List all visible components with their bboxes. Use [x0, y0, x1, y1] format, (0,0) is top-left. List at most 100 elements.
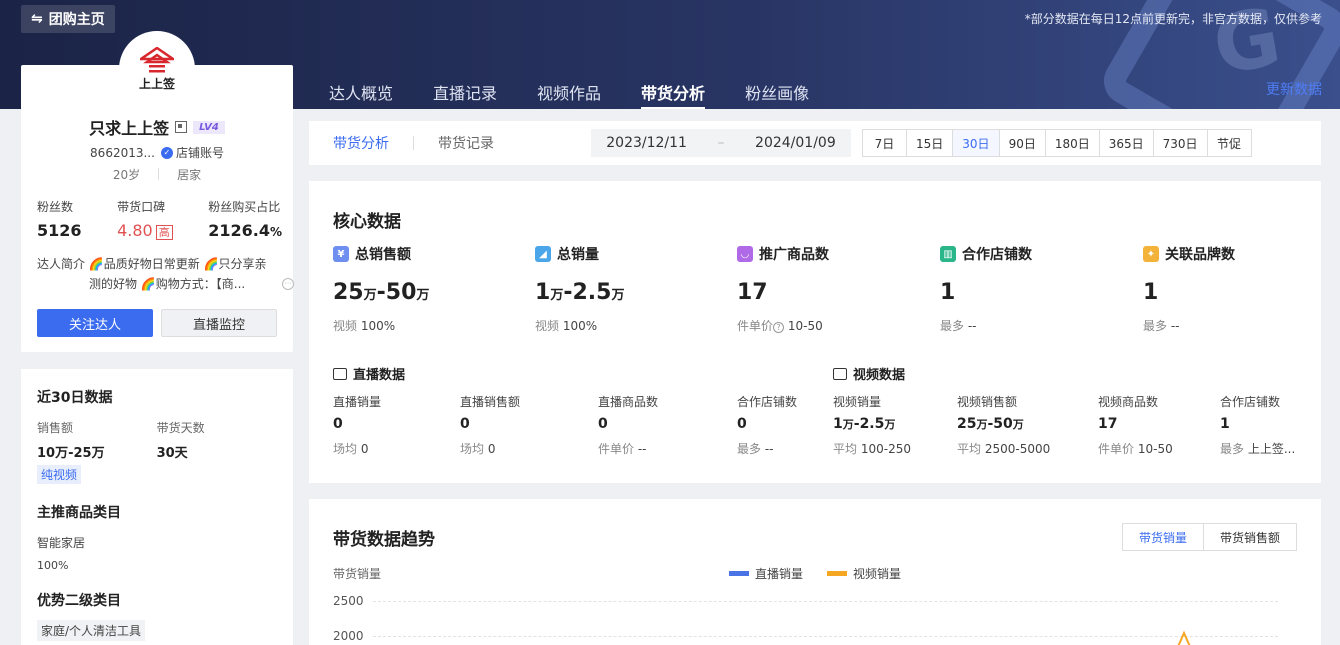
profile-name-row: 只求上上签 LV4 — [21, 115, 293, 139]
brand-logo-icon — [140, 47, 174, 73]
mini-sub[interactable]: 最多 上上签... — [1220, 440, 1300, 457]
toggle-sales-amount[interactable]: 带货销售额 — [1202, 523, 1297, 551]
unit-a: 万 — [976, 418, 988, 431]
sub-value: 上上签... — [1247, 442, 1296, 456]
sub-label: 平均 — [957, 442, 982, 456]
video-clapper-icon — [833, 367, 847, 380]
tab-sales-analysis[interactable]: 带货分析 — [641, 80, 706, 109]
second-category-title: 优势二级类目 — [37, 593, 121, 609]
metric-label: 总销售额 — [355, 247, 411, 263]
profile-actions: 关注达人 直播监控 — [37, 309, 277, 337]
recent-data-grid: 销售额 10万-25万 纯视频 带货天数 30天 — [37, 419, 277, 484]
sub-value: 0 — [360, 442, 369, 456]
tab-overview[interactable]: 达人概览 — [329, 80, 393, 109]
subtab-sales-records[interactable]: 带货记录 — [438, 133, 494, 153]
period-180d[interactable]: 180日 — [1044, 129, 1100, 157]
sub-label: 件单价 — [737, 319, 774, 333]
second-category-block: 优势二级类目 家庭/个人清洁工具 — [37, 590, 277, 641]
back-button-label: 团购主页 — [48, 12, 105, 28]
unit-b: 万 — [1012, 418, 1024, 431]
sub-nav-bar: 带货分析 带货记录 2023/12/11 – 2024/01/09 7日 15日… — [309, 121, 1321, 165]
value-a: 25 — [957, 416, 977, 432]
tab-fan-profile[interactable]: 粉丝画像 — [745, 80, 809, 109]
help-icon[interactable]: ? — [773, 322, 785, 333]
live-monitor-button[interactable]: 直播监控 — [161, 309, 277, 337]
mini-label: 视频销售额 — [957, 395, 1018, 409]
yen-icon: ¥ — [333, 246, 349, 262]
data-notice: *部分数据在每日12点前更新完，非官方数据，仅供参考 — [1024, 12, 1322, 26]
sub-label: 场均 — [333, 442, 358, 456]
section-label: 视频数据 — [853, 368, 906, 383]
value-sep: - — [376, 280, 386, 305]
profile-age: 20岁 — [112, 168, 141, 182]
tab-live-records[interactable]: 直播记录 — [433, 80, 497, 109]
mini-sub: 件单价 -- — [598, 440, 718, 457]
date-range-picker[interactable]: 2023/12/11 – 2024/01/09 — [591, 129, 851, 157]
intro-label: 达人简介 — [37, 257, 86, 271]
shopping-bag-icon: ◡ — [737, 246, 753, 262]
legend-swatch — [827, 571, 848, 576]
sub-value: 10-50 — [787, 319, 823, 333]
period-15d[interactable]: 15日 — [906, 129, 954, 157]
intro-text-line1: 🌈品质好物日常更新 🌈只分享亲 — [88, 257, 267, 271]
sub-label: 最多 — [1143, 319, 1168, 333]
brand-logo-text: 上上签 — [138, 77, 175, 91]
period-promo[interactable]: 节促 — [1206, 129, 1252, 157]
date-end: 2024/01/09 — [755, 135, 836, 151]
sub-value: -- — [764, 442, 774, 456]
period-90d[interactable]: 90日 — [998, 129, 1046, 157]
metric-label: 总销量 — [557, 247, 599, 263]
unit-b: 万 — [884, 418, 896, 431]
tab-videos[interactable]: 视频作品 — [537, 80, 601, 109]
back-to-group-buy-button[interactable]: ⇋ 团购主页 — [21, 5, 115, 33]
intro-text-line2: 测的好物 🌈购物方式：【商... — [89, 277, 246, 291]
gridline — [373, 601, 1278, 602]
follow-button[interactable]: 关注达人 — [37, 309, 153, 337]
live-sales-volume: 直播销量 0 场均 0 — [333, 393, 453, 457]
sub-value: 2500-5000 — [984, 442, 1051, 456]
sub-value: 0 — [487, 442, 496, 456]
more-icon[interactable]: ··· — [282, 278, 294, 290]
metric-value: 25万-50万 — [333, 280, 533, 305]
metric-label: 合作店铺数 — [962, 247, 1032, 263]
period-30d[interactable]: 30日 — [952, 129, 1000, 157]
subtab-sales-analysis[interactable]: 带货分析 — [333, 133, 389, 153]
legend-label: 视频销量 — [853, 567, 902, 581]
account-type-badge: ✓ 店铺账号 — [160, 144, 224, 161]
period-365d[interactable]: 365日 — [1098, 129, 1154, 157]
mini-value: 1万-2.5万 — [833, 416, 953, 432]
profile-name: 只求上上签 — [89, 119, 170, 138]
sub-label: 件单价 — [1098, 442, 1135, 456]
mini-sub: 最多 -- — [737, 440, 817, 457]
account-type-label: 店铺账号 — [175, 146, 224, 160]
sales-label: 销售额 — [37, 421, 74, 435]
mini-label: 直播销售额 — [460, 395, 521, 409]
metric-promoted-products: ◡ 推广商品数 17 件单价? 10-50 — [737, 244, 937, 334]
core-data-card: 核心数据 ¥ 总销售额 25万-50万 视频 100% ◢ 总销量 1万-2.5万 … — [309, 181, 1321, 483]
stat-value: 4.80 高 — [117, 221, 173, 240]
qr-code-icon[interactable] — [175, 121, 188, 133]
update-data-link[interactable]: 更新数据 — [1266, 79, 1322, 99]
metric-value: 1万-2.5万 — [535, 280, 735, 305]
main-category: 智能家居 — [37, 536, 86, 550]
mini-sub: 平均 100-250 — [833, 440, 953, 457]
gridline — [373, 636, 1278, 637]
badge-icon: ✦ — [1143, 246, 1159, 262]
chart-legend: 直播销量 视频销量 — [729, 565, 901, 582]
mini-value: 0 — [333, 416, 343, 432]
profile-category: 居家 — [177, 168, 202, 182]
toggle-sales-volume[interactable]: 带货销量 — [1121, 523, 1204, 551]
ratio-unit: % — [269, 225, 282, 239]
period-730d[interactable]: 730日 — [1152, 129, 1208, 157]
stat-reputation: 带货口碑 4.80 高 — [117, 198, 173, 240]
sub-value: 10-50 — [1137, 442, 1173, 456]
stat-fans: 粉丝数 5126 — [37, 198, 82, 240]
legend-live-volume[interactable]: 直播销量 — [729, 565, 803, 582]
recent-data-card: 近30日数据 销售额 10万-25万 纯视频 带货天数 30天 主推商品类目 智… — [21, 369, 293, 645]
period-7d[interactable]: 7日 — [862, 129, 907, 157]
avatar: 上上签 — [119, 31, 195, 107]
core-data-title: 核心数据 — [333, 212, 401, 232]
legend-video-volume[interactable]: 视频销量 — [827, 565, 901, 582]
mini-value: 25万-50万 — [957, 416, 1087, 432]
recent-data-title: 近30日数据 — [37, 390, 113, 406]
